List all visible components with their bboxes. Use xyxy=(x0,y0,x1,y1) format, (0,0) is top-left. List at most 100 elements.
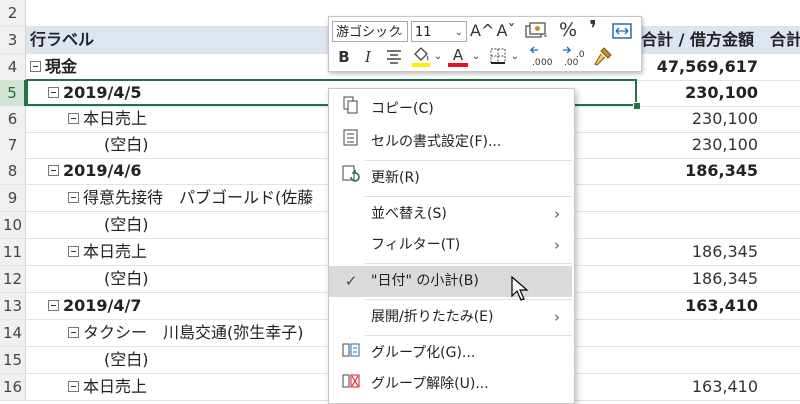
value-cell[interactable]: 186,345 xyxy=(640,239,758,265)
format-painter-button[interactable] xyxy=(591,45,615,72)
menu-item-format-cells[interactable]: セルの書式設定(F)... xyxy=(329,127,572,158)
pivot-label-cell[interactable]: (空白) xyxy=(104,347,319,373)
svg-text:.0: .0 xyxy=(532,58,541,67)
align-center-button[interactable] xyxy=(383,47,405,70)
menu-separator xyxy=(365,160,572,161)
row-number[interactable]: 15 xyxy=(0,347,26,373)
accounting-format-icon xyxy=(525,22,547,38)
collapse-icon[interactable] xyxy=(48,165,59,176)
menu-item-filter[interactable]: フィルター(T) › xyxy=(329,230,572,261)
collapse-icon[interactable] xyxy=(68,327,79,338)
collapse-icon[interactable] xyxy=(68,113,79,124)
menu-item-label: 更新(R) xyxy=(371,170,420,186)
menu-item-label: 並べ替え(S) xyxy=(371,206,447,222)
value-cell[interactable]: 230,100 xyxy=(640,132,758,158)
sum-header-extra[interactable]: 合計 xyxy=(770,27,800,53)
row-number[interactable]: 8 xyxy=(0,158,26,184)
pivot-label-cell[interactable]: 本日売上 xyxy=(68,374,318,400)
label-text: タクシー 川島交通(弥生幸子) xyxy=(83,323,304,342)
menu-item-label: グループ化(G)... xyxy=(371,345,476,361)
menu-item-expand-collapse[interactable]: 展開/折りたたみ(E) › xyxy=(329,302,572,333)
shrink-font-button[interactable]: Aˇ xyxy=(495,21,517,41)
row-number[interactable]: 12 xyxy=(0,266,26,292)
chevron-down-icon[interactable]: ⌄ xyxy=(510,47,520,67)
menu-item-sort[interactable]: 並べ替え(S) › xyxy=(329,199,572,230)
value-cell[interactable]: 230,100 xyxy=(640,80,758,106)
merge-center-button[interactable] xyxy=(610,21,634,46)
decrease-decimal-button[interactable]: .00.0 xyxy=(559,45,587,72)
row-number[interactable]: 4 xyxy=(0,54,26,80)
menu-item-date-subtotal[interactable]: ✓ "日付" の小計(B) xyxy=(329,266,572,297)
collapse-icon[interactable] xyxy=(48,300,59,311)
row-number[interactable]: 9 xyxy=(0,185,26,211)
italic-button[interactable]: I xyxy=(359,47,377,67)
percent-style-button[interactable]: % xyxy=(557,20,579,40)
menu-item-copy[interactable]: コピー(C) xyxy=(329,94,572,125)
pivot-label-cell[interactable]: 本日売上 xyxy=(68,239,318,265)
collapse-icon[interactable] xyxy=(30,61,41,72)
value-cell[interactable]: 163,410 xyxy=(640,293,758,319)
pivot-label-cell[interactable]: (空白) xyxy=(104,212,319,238)
row-number[interactable]: 3 xyxy=(0,27,26,53)
format-cells-icon xyxy=(341,127,361,158)
pivot-label-cell[interactable]: (空白) xyxy=(104,132,319,158)
collapse-icon[interactable] xyxy=(68,381,79,392)
fill-color-button[interactable] xyxy=(409,45,433,72)
chevron-down-icon: ⌄ xyxy=(454,27,463,38)
menu-item-refresh[interactable]: 更新(R) xyxy=(329,163,572,194)
menu-item-label: セルの書式設定(F)... xyxy=(371,134,502,150)
row-number[interactable]: 7 xyxy=(0,132,26,158)
menu-item-label: 展開/折りたたみ(E) xyxy=(371,309,494,325)
borders-icon xyxy=(490,48,506,64)
grow-font-button[interactable]: A^ xyxy=(470,21,494,41)
menu-separator xyxy=(365,263,572,264)
collapse-icon[interactable] xyxy=(68,192,79,203)
pivot-label-cell[interactable]: 本日売上 xyxy=(68,106,318,132)
label-text: 2019/4/7 xyxy=(63,296,142,315)
fill-handle[interactable] xyxy=(633,102,641,110)
mouse-pointer-icon xyxy=(511,276,529,301)
pivot-label-cell[interactable]: 2019/4/6 xyxy=(48,158,318,184)
pivot-label-cell[interactable]: 得意先接待 パブゴールド(佐藤 xyxy=(68,185,328,211)
menu-item-ungroup[interactable]: グループ解除(U)... xyxy=(329,369,572,400)
paint-bucket-icon xyxy=(412,47,430,67)
chevron-down-icon[interactable]: ⌄ xyxy=(471,47,481,67)
increase-decimal-button[interactable]: .0 00 xyxy=(527,45,555,72)
menu-item-group[interactable]: グループ化(G)... xyxy=(329,338,572,369)
accounting-format-button[interactable] xyxy=(521,21,551,46)
font-size-combo[interactable]: 11 ⌄ xyxy=(411,21,467,42)
value-cell[interactable]: 230,100 xyxy=(640,106,758,132)
row-number[interactable]: 6 xyxy=(0,106,26,132)
row-labels-header[interactable]: 行ラベル xyxy=(30,27,330,53)
borders-button[interactable] xyxy=(487,47,509,70)
font-color-button[interactable]: A xyxy=(447,45,469,67)
pivot-label-cell[interactable]: タクシー 川島交通(弥生幸子) xyxy=(68,320,326,346)
menu-item-label: グループ解除(U)... xyxy=(371,376,489,392)
pivot-label-cell[interactable]: 2019/4/7 xyxy=(48,293,318,319)
comma-style-button[interactable]: ❜ xyxy=(583,19,603,41)
decrease-decimal-icon: .00.0 xyxy=(563,46,585,68)
bold-button[interactable]: B xyxy=(335,47,353,67)
value-cell[interactable]: 186,345 xyxy=(640,266,758,292)
font-name-value: 游ゴシック xyxy=(336,25,402,40)
label-text: 本日売上 xyxy=(83,109,148,128)
row-number[interactable]: 11 xyxy=(0,239,26,265)
row-number[interactable]: 10 xyxy=(0,212,26,238)
collapse-icon[interactable] xyxy=(68,246,79,257)
menu-separator xyxy=(365,335,572,336)
font-color-letter: A xyxy=(452,46,464,64)
font-name-combo[interactable]: 游ゴシック ⌄ xyxy=(332,21,408,42)
value-cell[interactable]: 163,410 xyxy=(640,374,758,400)
row-number-selected[interactable]: 5 xyxy=(0,80,26,106)
row-number[interactable]: 16 xyxy=(0,374,26,400)
row-number[interactable]: 14 xyxy=(0,320,26,346)
pivot-label-cell[interactable]: (空白) xyxy=(104,266,319,292)
value-cell[interactable]: 186,345 xyxy=(640,158,758,184)
chevron-down-icon[interactable]: ⌄ xyxy=(433,47,443,67)
row-number[interactable]: 2 xyxy=(0,0,26,26)
sum-debit-header[interactable]: 合計 / 借方金額 xyxy=(641,27,761,53)
row-number[interactable]: 13 xyxy=(0,293,26,319)
pivot-label-cell[interactable]: 現金 xyxy=(30,54,320,80)
increase-decimal-icon: .0 00 xyxy=(529,46,553,68)
value-cell[interactable]: 47,569,617 xyxy=(640,54,758,80)
